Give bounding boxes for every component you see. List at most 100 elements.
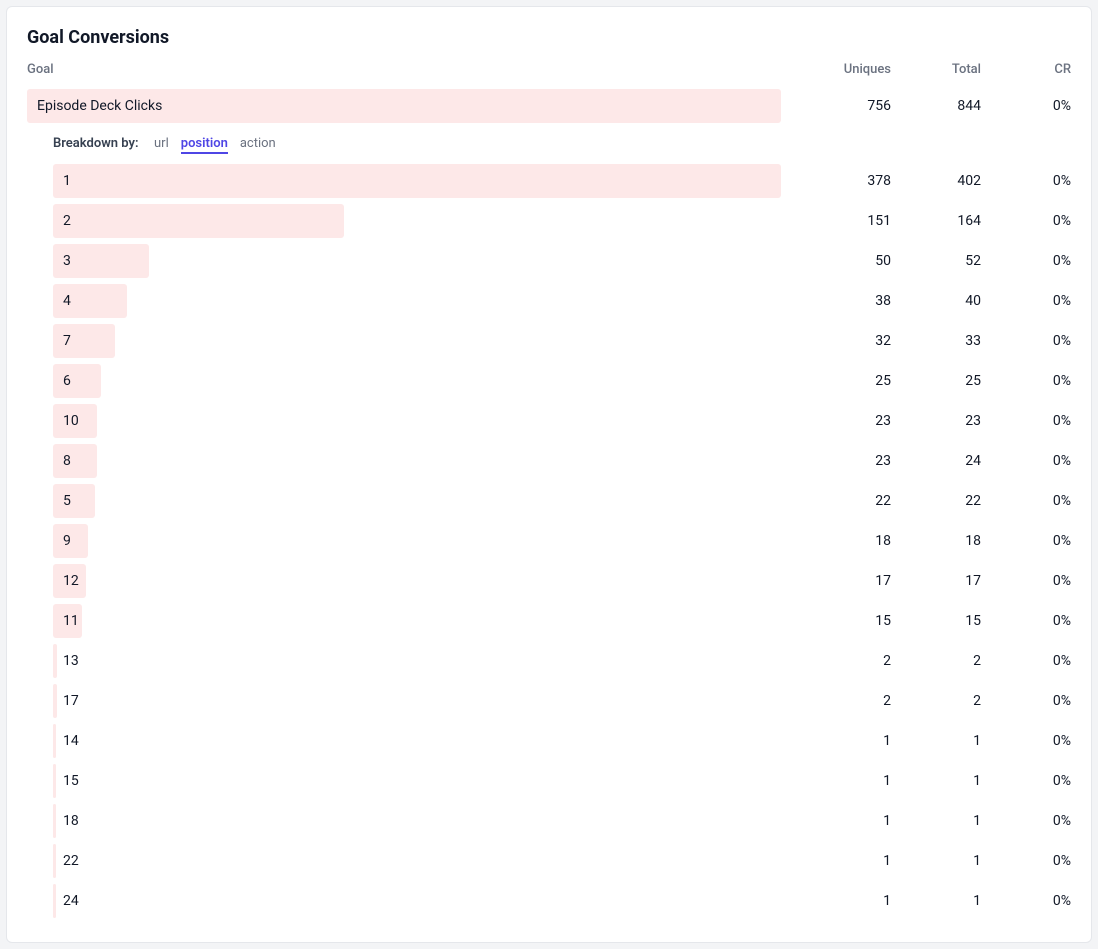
row-uniques: 25 bbox=[801, 373, 891, 389]
row-uniques: 50 bbox=[801, 253, 891, 269]
row-cr: 0% bbox=[981, 573, 1071, 589]
row-total: 33 bbox=[891, 333, 981, 349]
row-total: 52 bbox=[891, 253, 981, 269]
row-uniques: 2 bbox=[801, 653, 891, 669]
bar-fill bbox=[53, 444, 97, 478]
table-row[interactable]: 522220% bbox=[27, 484, 1071, 518]
bar-fill bbox=[53, 724, 56, 758]
goal-label: Episode Deck Clicks bbox=[37, 98, 162, 114]
row-cr: 0% bbox=[981, 853, 1071, 869]
row-total: 2 bbox=[891, 693, 981, 709]
bar-wrap: 14 bbox=[53, 724, 781, 758]
row-total: 1 bbox=[891, 893, 981, 909]
row-total: 1 bbox=[891, 813, 981, 829]
row-uniques: 1 bbox=[801, 853, 891, 869]
goal-uniques: 756 bbox=[801, 98, 891, 114]
row-cr: 0% bbox=[981, 373, 1071, 389]
bar-fill bbox=[53, 484, 95, 518]
table-header: Goal Uniques Total CR bbox=[27, 62, 1071, 83]
row-label: 22 bbox=[63, 853, 79, 869]
bar-wrap: Episode Deck Clicks bbox=[27, 89, 781, 123]
bar-wrap: 15 bbox=[53, 764, 781, 798]
table-row[interactable]: 1115150% bbox=[27, 604, 1071, 638]
table-row[interactable]: 18110% bbox=[27, 804, 1071, 838]
breakdown-tab-url[interactable]: url bbox=[154, 136, 169, 151]
row-total: 1 bbox=[891, 853, 981, 869]
row-total: 164 bbox=[891, 213, 981, 229]
row-label: 11 bbox=[63, 613, 79, 629]
table-row[interactable]: 15110% bbox=[27, 764, 1071, 798]
row-label: 8 bbox=[63, 453, 71, 469]
row-label: 4 bbox=[63, 293, 71, 309]
goal-total: 844 bbox=[891, 98, 981, 114]
row-cr: 0% bbox=[981, 893, 1071, 909]
row-label: 18 bbox=[63, 813, 79, 829]
table-row[interactable]: 14110% bbox=[27, 724, 1071, 758]
row-cr: 0% bbox=[981, 253, 1071, 269]
row-cr: 0% bbox=[981, 493, 1071, 509]
bar-wrap: 8 bbox=[53, 444, 781, 478]
table-row[interactable]: 625250% bbox=[27, 364, 1071, 398]
row-total: 24 bbox=[891, 453, 981, 469]
bar-fill bbox=[53, 844, 56, 878]
row-uniques: 1 bbox=[801, 773, 891, 789]
row-total: 2 bbox=[891, 653, 981, 669]
row-uniques: 1 bbox=[801, 893, 891, 909]
row-cr: 0% bbox=[981, 733, 1071, 749]
bar-wrap: 10 bbox=[53, 404, 781, 438]
bar-wrap: 5 bbox=[53, 484, 781, 518]
bar-wrap: 2 bbox=[53, 204, 781, 238]
table-row[interactable]: 438400% bbox=[27, 284, 1071, 318]
table-row[interactable]: 24110% bbox=[27, 884, 1071, 918]
bar-fill bbox=[53, 364, 101, 398]
table-row[interactable]: 21511640% bbox=[27, 204, 1071, 238]
row-uniques: 22 bbox=[801, 493, 891, 509]
table-row[interactable]: 22110% bbox=[27, 844, 1071, 878]
row-cr: 0% bbox=[981, 453, 1071, 469]
bar-fill bbox=[53, 764, 56, 798]
bar-wrap: 11 bbox=[53, 604, 781, 638]
bar-fill bbox=[53, 804, 56, 838]
table-row[interactable]: 918180% bbox=[27, 524, 1071, 558]
bar-wrap: 3 bbox=[53, 244, 781, 278]
row-total: 25 bbox=[891, 373, 981, 389]
row-cr: 0% bbox=[981, 533, 1071, 549]
row-label: 15 bbox=[63, 773, 79, 789]
row-uniques: 23 bbox=[801, 413, 891, 429]
table-row[interactable]: 732330% bbox=[27, 324, 1071, 358]
breakdown-tab-position[interactable]: position bbox=[181, 136, 228, 154]
rows-container: 13784020%21511640%350520%438400%732330%6… bbox=[27, 164, 1071, 918]
breakdown-tab-action[interactable]: action bbox=[240, 136, 276, 151]
row-label: 10 bbox=[63, 413, 79, 429]
table-row[interactable]: 13784020% bbox=[27, 164, 1071, 198]
goal-row-top[interactable]: Episode Deck Clicks 756 844 0% bbox=[27, 89, 1071, 123]
row-total: 40 bbox=[891, 293, 981, 309]
table-row[interactable]: 1023230% bbox=[27, 404, 1071, 438]
row-cr: 0% bbox=[981, 813, 1071, 829]
row-total: 17 bbox=[891, 573, 981, 589]
row-total: 402 bbox=[891, 173, 981, 189]
bar-wrap: 9 bbox=[53, 524, 781, 558]
row-cr: 0% bbox=[981, 213, 1071, 229]
row-label: 5 bbox=[63, 493, 71, 509]
col-header-total: Total bbox=[891, 62, 981, 77]
table-row[interactable]: 17220% bbox=[27, 684, 1071, 718]
row-cr: 0% bbox=[981, 333, 1071, 349]
table-row[interactable]: 8 23240% bbox=[27, 444, 1071, 478]
row-label: 6 bbox=[63, 373, 71, 389]
table-row[interactable]: 1217170% bbox=[27, 564, 1071, 598]
row-label: 3 bbox=[63, 253, 71, 269]
col-header-goal: Goal bbox=[27, 62, 801, 77]
table-row[interactable]: 13220% bbox=[27, 644, 1071, 678]
row-cr: 0% bbox=[981, 173, 1071, 189]
row-label: 24 bbox=[63, 893, 79, 909]
row-uniques: 23 bbox=[801, 453, 891, 469]
row-total: 23 bbox=[891, 413, 981, 429]
table-row[interactable]: 3 50520% bbox=[27, 244, 1071, 278]
bar-wrap: 18 bbox=[53, 804, 781, 838]
breakdown-label: Breakdown by: bbox=[53, 136, 139, 151]
goal-cr: 0% bbox=[981, 98, 1071, 114]
row-label: 14 bbox=[63, 733, 79, 749]
row-cr: 0% bbox=[981, 773, 1071, 789]
col-header-cr: CR bbox=[981, 62, 1071, 77]
